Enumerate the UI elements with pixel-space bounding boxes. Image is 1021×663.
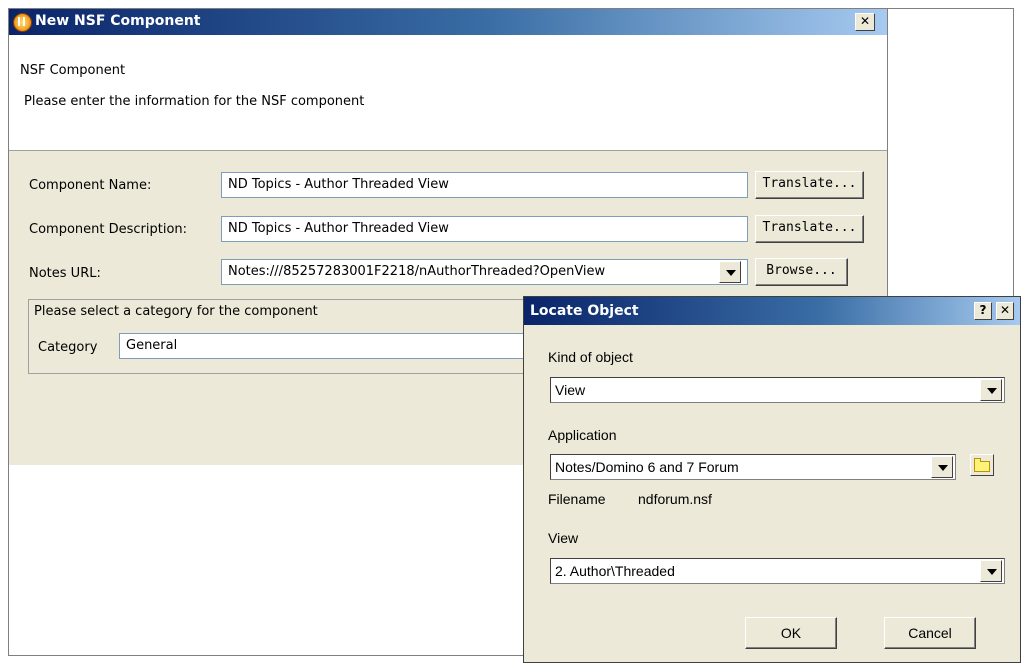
view-select[interactable]: 2. Author\Threaded — [550, 558, 1005, 584]
component-description-label: Component Description: — [29, 222, 188, 237]
component-description-field[interactable]: ND Topics - Author Threaded View — [221, 216, 748, 242]
folder-icon[interactable] — [970, 454, 994, 476]
nsf-title-bar[interactable]: New NSF Component ✕ — [9, 9, 887, 35]
kind-of-object-select[interactable]: View — [550, 377, 1005, 403]
close-icon[interactable]: ✕ — [855, 13, 875, 31]
browse-button[interactable]: Browse... — [755, 258, 848, 286]
filename-label: Filename — [548, 491, 606, 507]
nsf-header-title: NSF Component — [20, 63, 126, 78]
filename-value: ndforum.nsf — [638, 491, 712, 507]
nsf-header-subtitle: Please enter the information for the NSF… — [24, 94, 365, 109]
kind-of-object-label: Kind of object — [548, 349, 633, 365]
category-label: Category — [38, 340, 98, 355]
help-icon[interactable]: ? — [974, 302, 992, 320]
nsf-dialog-title: New NSF Component — [35, 13, 201, 29]
chevron-down-icon[interactable] — [719, 261, 741, 283]
category-field[interactable]: General — [119, 333, 539, 359]
translate-name-button[interactable]: Translate... — [755, 171, 864, 199]
chevron-down-icon[interactable] — [931, 456, 953, 478]
cancel-button[interactable]: Cancel — [884, 617, 976, 649]
chevron-down-icon[interactable] — [980, 379, 1002, 401]
close-icon[interactable]: ✕ — [996, 302, 1014, 320]
ok-button[interactable]: OK — [745, 617, 837, 649]
application-label: Application — [548, 427, 617, 443]
notes-url-field[interactable]: Notes:///85257283001F2218/nAuthorThreade… — [221, 259, 748, 285]
notes-url-label: Notes URL: — [29, 266, 101, 281]
chevron-down-icon[interactable] — [980, 560, 1002, 582]
application-select[interactable]: Notes/Domino 6 and 7 Forum — [550, 454, 956, 480]
locate-title-bar[interactable]: Locate Object ? ✕ — [524, 297, 1020, 325]
locate-dialog-title: Locate Object — [530, 303, 639, 319]
nsf-header-panel: NSF Component Please enter the informati… — [9, 35, 887, 151]
notes-app-icon — [13, 13, 32, 32]
category-group-label: Please select a category for the compone… — [31, 304, 321, 319]
locate-object-dialog: Locate Object ? ✕ Kind of object View Ap… — [523, 296, 1021, 663]
translate-description-button[interactable]: Translate... — [755, 215, 864, 243]
component-name-field[interactable]: ND Topics - Author Threaded View — [221, 172, 748, 198]
view-label: View — [548, 530, 579, 546]
component-name-label: Component Name: — [29, 178, 152, 193]
